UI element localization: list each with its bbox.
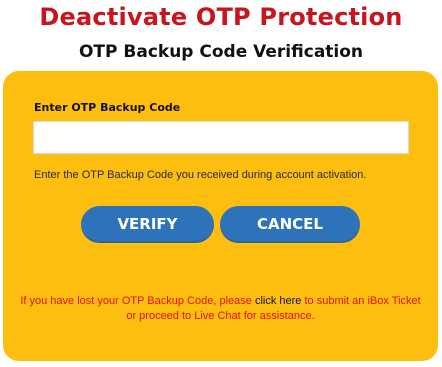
notice-line2: or proceed to Live Chat for assistance. [126,310,315,322]
page-subtitle: OTP Backup Code Verification [78,42,364,62]
backup-code-label: Enter OTP Backup Code [34,101,181,114]
notice-prefix: If you have lost your OTP Backup Code, p… [20,295,252,307]
verify-button[interactable]: VERIFY [81,206,214,243]
backup-code-input[interactable] [33,121,409,154]
cancel-button[interactable]: CANCEL [220,206,360,243]
notice-line1-suffix: to submit an iBox Ticket [304,295,421,307]
backup-code-helper-text: Enter the OTP Backup Code you received d… [34,169,367,181]
lost-code-notice: If you have lost your OTP Backup Code, p… [13,294,428,324]
page-title: Deactivate OTP Protection [39,3,403,31]
verification-panel: Enter OTP Backup Code Enter the OTP Back… [3,71,438,361]
click-here-link[interactable]: click here [255,295,301,307]
